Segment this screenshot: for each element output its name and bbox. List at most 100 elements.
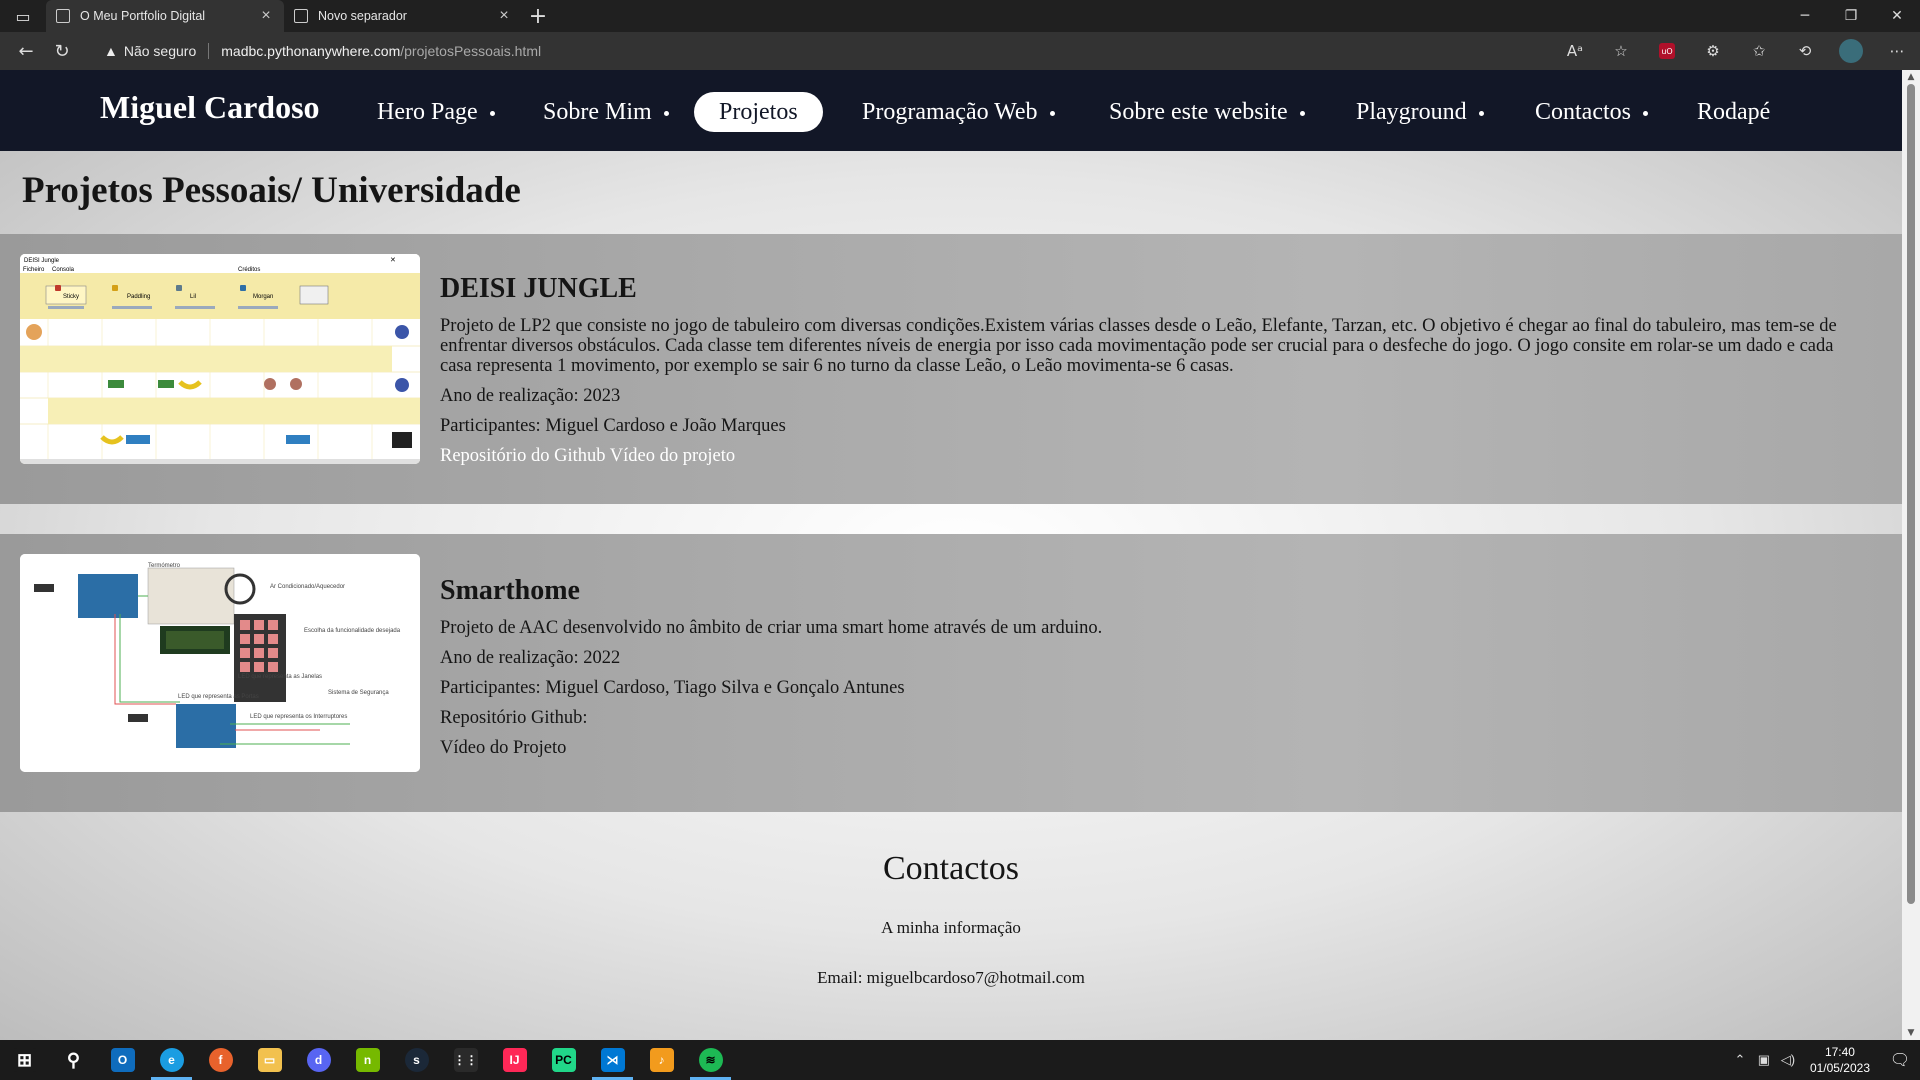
profile-avatar[interactable] xyxy=(1839,39,1863,63)
divider xyxy=(208,43,210,59)
outlook-icon[interactable]: O xyxy=(98,1040,147,1080)
diagram-label: Ar Condicionado/Aquecedor xyxy=(270,584,345,590)
project-video-link[interactable]: Vídeo do projeto xyxy=(610,446,735,466)
volume-icon[interactable]: ◁) xyxy=(1776,1052,1800,1068)
diagram-label: LED que representa as Janelas xyxy=(238,674,322,680)
nav-rodape[interactable]: Rodapé xyxy=(1697,92,1770,132)
new-tab-button[interactable]: + xyxy=(522,0,554,32)
jungle-player-label: Sticky xyxy=(63,294,79,300)
edge-icon[interactable]: e xyxy=(147,1040,196,1080)
nav-label: Playground xyxy=(1356,99,1467,125)
diagram-label: Escolha da funcionalidade desejada xyxy=(304,628,401,634)
discord-icon[interactable]: d xyxy=(294,1040,343,1080)
start-icon[interactable]: ⊞ xyxy=(0,1040,49,1080)
file-explorer-icon[interactable]: ▭ xyxy=(245,1040,294,1080)
epic-games-icon[interactable]: ⋮⋮ xyxy=(441,1040,490,1080)
clock-time: 17:40 xyxy=(1824,1045,1855,1059)
close-window-icon[interactable]: ✕ xyxy=(1874,0,1920,32)
nav-hero-page[interactable]: Hero Page xyxy=(377,92,495,132)
windows-taskbar: ⊞ ⚲ O e f ▭ d n s ⋮⋮ IJ PC ⋊ ♪ ≋ ⌃ ▣ ◁) … xyxy=(0,1040,1920,1080)
back-icon[interactable]: ← xyxy=(8,32,44,70)
project-card-smarthome: Termómetro Ar Condicionado/Aquecedor Esc… xyxy=(0,534,1902,812)
browser-tab-portfolio[interactable]: O Meu Portfolio Digital × xyxy=(46,0,284,32)
warning-icon[interactable]: ▲ xyxy=(104,43,118,59)
scroll-down-icon[interactable]: ▼ xyxy=(1906,1028,1916,1038)
notification-center-icon[interactable]: 🗨 xyxy=(1880,1040,1920,1080)
page-title: Projetos Pessoais/ Universidade xyxy=(22,170,521,211)
close-tab-icon[interactable]: × xyxy=(496,7,512,25)
minimize-icon[interactable]: ─ xyxy=(1782,0,1828,32)
svg-text:✕: ✕ xyxy=(390,257,396,264)
url-host: madbc.pythonanywhere.com xyxy=(221,43,401,59)
dot-icon xyxy=(1299,110,1305,116)
restore-icon[interactable]: ❐ xyxy=(1828,0,1874,32)
intellij-icon[interactable]: IJ xyxy=(490,1040,539,1080)
nav-sobre-website[interactable]: Sobre este website xyxy=(1109,92,1305,132)
dot-icon xyxy=(1643,110,1648,116)
tab-actions-menu-icon[interactable]: ▭ xyxy=(0,0,46,32)
nav-label: Hero Page xyxy=(377,99,478,125)
add-favorite-icon[interactable]: ☆ xyxy=(1598,32,1644,70)
firefox-icon[interactable]: f xyxy=(196,1040,245,1080)
dot-icon xyxy=(489,110,495,116)
page-icon xyxy=(56,9,70,23)
dot-icon xyxy=(1478,110,1484,116)
tab-title: Novo separador xyxy=(318,9,407,23)
project-title: Smarthome xyxy=(440,575,580,606)
show-hidden-icons-icon[interactable]: ⌃ xyxy=(1728,1052,1752,1068)
vscode-icon[interactable]: ⋊ xyxy=(588,1040,637,1080)
nav-label: Sobre Mim xyxy=(543,99,652,125)
favorites-icon[interactable]: ✩ xyxy=(1736,32,1782,70)
project-card-deisi-jungle: DEISI Jungle ✕ Ficheiro Consola Créditos… xyxy=(0,234,1902,504)
project-description: Projeto de LP2 que consiste no jogo de t… xyxy=(440,316,1837,376)
jungle-player-label: Lil xyxy=(190,294,196,300)
jungle-player-label: Paddling xyxy=(127,294,150,300)
read-aloud-icon[interactable]: A͏ᵃ xyxy=(1552,32,1598,70)
project-title: DEISI JUNGLE xyxy=(440,273,637,304)
project-year: Ano de realização: 2023 xyxy=(440,386,621,406)
nav-sobre-mim[interactable]: Sobre Mim xyxy=(543,92,669,132)
url-path: /projetosPessoais.html xyxy=(400,43,542,59)
page-scrollbar[interactable]: ▲ ▼ xyxy=(1902,70,1920,1040)
scrollbar-thumb[interactable] xyxy=(1907,84,1915,904)
fl-studio-icon[interactable]: ♪ xyxy=(637,1040,686,1080)
url-field[interactable]: ▲ Não seguro madbc.pythonanywhere.com/pr… xyxy=(104,36,1634,66)
jungle-menu-item: Créditos xyxy=(238,267,260,273)
contacts-subtitle: A minha informação xyxy=(881,918,1021,937)
browser-tab-new[interactable]: Novo separador × xyxy=(284,0,522,32)
jungle-window-title: DEISI Jungle xyxy=(24,258,60,264)
network-icon[interactable]: ▣ xyxy=(1752,1052,1776,1068)
more-options-icon[interactable]: ⋯ xyxy=(1874,32,1920,70)
security-label[interactable]: Não seguro xyxy=(124,43,196,59)
nav-contactos[interactable]: Contactos xyxy=(1535,92,1648,132)
project-participants: Participantes: Miguel Cardoso, Tiago Sil… xyxy=(440,678,905,698)
refresh-icon[interactable]: ↻ xyxy=(44,32,80,70)
site-brand[interactable]: Miguel Cardoso xyxy=(100,89,320,126)
close-tab-icon[interactable]: × xyxy=(258,7,274,25)
scroll-up-icon[interactable]: ▲ xyxy=(1906,72,1916,82)
diagram-label: Sistema de Segurança xyxy=(328,690,389,696)
history-icon[interactable]: ⟲ xyxy=(1782,32,1828,70)
steam-icon[interactable]: s xyxy=(392,1040,441,1080)
project-links: Repositório do Github Vídeo do projeto xyxy=(440,446,1862,466)
project-details: DEISI JUNGLE Projeto de LP2 que consiste… xyxy=(440,272,1862,476)
extensions-icon[interactable]: ⚙ xyxy=(1690,32,1736,70)
nvidia-icon[interactable]: n xyxy=(343,1040,392,1080)
nav-programacao-web[interactable]: Programação Web xyxy=(862,92,1055,132)
search-icon[interactable]: ⚲ xyxy=(49,1040,98,1080)
contact-email[interactable]: Email: miguelbcardoso7@hotmail.com xyxy=(0,968,1902,988)
project-video: Vídeo do Projeto xyxy=(440,738,567,758)
clock[interactable]: 17:40 01/05/2023 xyxy=(1810,1044,1870,1076)
ublock-extension-icon[interactable]: uO xyxy=(1659,43,1675,59)
smarthome-circuit-diagram: Termómetro Ar Condicionado/Aquecedor Esc… xyxy=(20,554,420,772)
jungle-player-label: Morgan xyxy=(253,294,273,300)
system-tray: ⌃ ▣ ◁) 17:40 01/05/2023 🗨 xyxy=(1728,1040,1920,1080)
clock-date: 01/05/2023 xyxy=(1809,1061,1870,1075)
diagram-label: LED que representa os Interruptores xyxy=(250,714,347,720)
github-repo-link[interactable]: Repositório do Github xyxy=(440,446,605,466)
nav-projetos[interactable]: Projetos xyxy=(694,92,823,132)
spotify-icon[interactable]: ≋ xyxy=(686,1040,735,1080)
dot-icon xyxy=(663,110,669,116)
nav-playground[interactable]: Playground xyxy=(1356,92,1484,132)
pycharm-icon[interactable]: PC xyxy=(539,1040,588,1080)
